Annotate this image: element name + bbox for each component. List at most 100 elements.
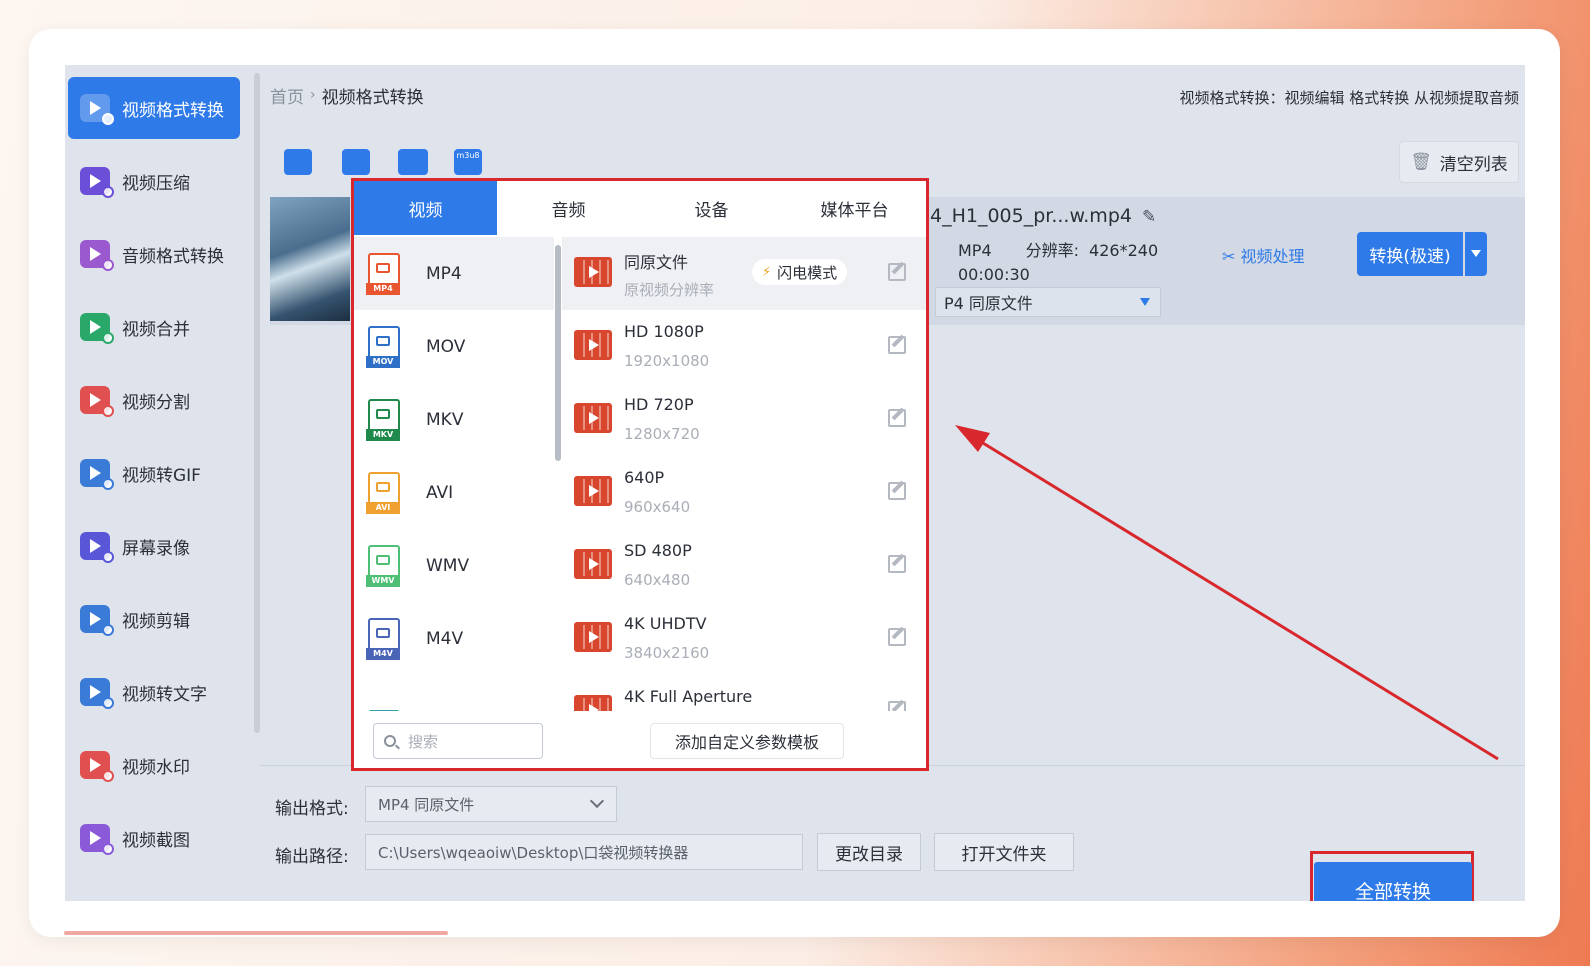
format-tab[interactable]: 媒体平台 (783, 181, 926, 235)
edit-icon[interactable] (888, 482, 906, 500)
file-meta: MP4 分辨率: 426*240 (958, 237, 1192, 261)
output-path-field[interactable]: C:\Users\wqeaoiw\Desktop\口袋视频转换器 (365, 834, 803, 870)
badge-icon (102, 332, 114, 344)
add-custom-template-button[interactable]: 添加自定义参数模板 (650, 723, 844, 759)
film-icon (574, 476, 612, 506)
resolution-item[interactable]: SD 480P 640x480 (562, 529, 926, 602)
video-thumbnail[interactable] (270, 197, 350, 321)
sidebar-item[interactable]: 视频转GIF (68, 442, 240, 504)
edit-icon[interactable] (888, 628, 906, 646)
open-folder-button[interactable]: 打开文件夹 (934, 833, 1074, 871)
file-name-text: 4_H1_005_pr...w.mp4 (930, 205, 1132, 227)
clear-list-label: 清空列表 (1439, 154, 1508, 175)
output-format-value: MP4 同原文件 (378, 795, 475, 814)
play-icon (80, 167, 114, 198)
m3u8-icon[interactable]: m3u8 (454, 149, 482, 175)
resolution-item[interactable]: 640P 960x640 (562, 456, 926, 529)
header-description: 视频格式转换：视频编辑 格式转换 从视频提取音频 (1179, 89, 1519, 107)
convert-fast-button[interactable]: 转换(极速) (1357, 232, 1463, 276)
format-tag: WMV (366, 574, 400, 587)
badge-icon (102, 113, 114, 125)
format-list-scrollbar[interactable] (555, 245, 561, 461)
output-format-select[interactable]: MP4 同原文件 (365, 786, 617, 822)
resolution-item[interactable]: HD 1080P 1920x1080 (562, 310, 926, 383)
scissors-icon: ✂ (1222, 247, 1241, 266)
format-search-input[interactable]: 搜索 (373, 723, 543, 759)
resolution-name: 640P (624, 468, 665, 487)
resolution-name: 4K Full Aperture (624, 687, 753, 706)
resolution-item[interactable]: 同原文件原视频分辨率 ⚡ 闪电模式 (562, 237, 926, 310)
resolution-size: 原视频分辨率 (624, 281, 715, 299)
edit-icon[interactable] (888, 555, 906, 573)
edit-icon[interactable] (888, 336, 906, 354)
resolution-name: 同原文件 (624, 253, 689, 272)
sidebar-item[interactable]: 视频压缩 (68, 150, 240, 212)
badge-icon (102, 186, 114, 198)
film-icon (574, 330, 612, 360)
change-directory-button[interactable]: 更改目录 (817, 833, 921, 871)
play-icon (80, 751, 114, 782)
batch-import-icon[interactable] (398, 149, 428, 175)
convert-dropdown-button[interactable] (1465, 232, 1487, 276)
sidebar-item[interactable]: 视频格式转换 (68, 77, 240, 139)
format-item[interactable]: MKV MKV (354, 383, 554, 456)
resolution-item[interactable]: 4K UHDTV 3840x2160 (562, 602, 926, 675)
flash-mode-badge[interactable]: ⚡ 闪电模式 (752, 259, 848, 285)
sidebar-item[interactable]: 视频转文字 (68, 661, 240, 723)
sidebar-item[interactable]: 视频截图 (68, 807, 240, 869)
format-name: MOV (426, 336, 466, 357)
output-format-label: 输出格式: (275, 799, 349, 819)
format-tab[interactable]: 设备 (640, 181, 783, 235)
format-item[interactable]: WMV WMV (354, 529, 554, 602)
rename-pencil-icon[interactable]: ✎ (1142, 207, 1156, 227)
format-tabs: 视频 音频 设备 媒体平台 (354, 181, 926, 235)
film-icon (574, 622, 612, 652)
resolution-name: HD 720P (624, 395, 694, 414)
resolution-name: 4K UHDTV (624, 614, 707, 633)
convert-all-button[interactable]: 全部转换 (1314, 862, 1472, 901)
play-icon (80, 386, 114, 417)
format-tag: M4V (366, 647, 400, 660)
format-item[interactable]: AVI AVI (354, 456, 554, 529)
format-item[interactable]: M4V M4V (354, 602, 554, 675)
file-format-icon: M4V (366, 617, 404, 660)
edit-icon[interactable] (888, 263, 906, 281)
format-item[interactable]: MPG (354, 675, 554, 711)
breadcrumb-home[interactable]: 首页 (270, 83, 304, 108)
format-name: AVI (426, 482, 454, 503)
sidebar-item[interactable]: 视频合并 (68, 296, 240, 358)
film-icon (574, 549, 612, 579)
resolution-name: HD 1080P (624, 322, 704, 341)
format-tab[interactable]: 视频 (354, 181, 497, 235)
play-icon (80, 313, 114, 344)
sidebar-item[interactable]: 视频分割 (68, 369, 240, 431)
chevron-down-icon (589, 793, 605, 809)
film-icon (574, 403, 612, 433)
sidebar: 视频格式转换 视频压缩音频格式转换 视频合并视频分割视频转GIF 屏幕录像视频剪辑视频… (65, 65, 260, 901)
sidebar-item[interactable]: 视频水印 (68, 734, 240, 796)
row-output-select[interactable]: P4 同原文件 (935, 287, 1161, 317)
file-duration: 00:00:30 (958, 265, 1030, 284)
play-icon (80, 94, 114, 125)
edit-icon[interactable] (888, 409, 906, 427)
clear-list-button[interactable]: 🗑 清空列表 (1399, 141, 1519, 183)
sidebar-item[interactable]: 屏幕录像 (68, 515, 240, 577)
add-file-icon[interactable] (284, 149, 312, 175)
edit-icon[interactable] (888, 701, 906, 711)
resolution-item[interactable]: 4K Full Aperture (562, 675, 926, 711)
search-placeholder: 搜索 (408, 732, 439, 751)
add-folder-icon[interactable] (342, 149, 370, 175)
sidebar-item-label: 视频分割 (122, 392, 190, 413)
badge-icon (102, 478, 114, 490)
file-format-icon (366, 709, 404, 711)
sidebar-item[interactable]: 音频格式转换 (68, 223, 240, 285)
flash-mode-label: 闪电模式 (777, 263, 838, 282)
format-item[interactable]: MP4 MP4 (354, 237, 554, 310)
sidebar-item[interactable]: 视频剪辑 (68, 588, 240, 650)
play-icon (80, 605, 114, 636)
format-item[interactable]: MOV MOV (354, 310, 554, 383)
resolution-size: 1920x1080 (624, 352, 710, 370)
resolution-item[interactable]: HD 720P 1280x720 (562, 383, 926, 456)
video-process-link[interactable]: ✂ 视频处理 (1222, 243, 1305, 267)
format-tab[interactable]: 音频 (497, 181, 640, 235)
